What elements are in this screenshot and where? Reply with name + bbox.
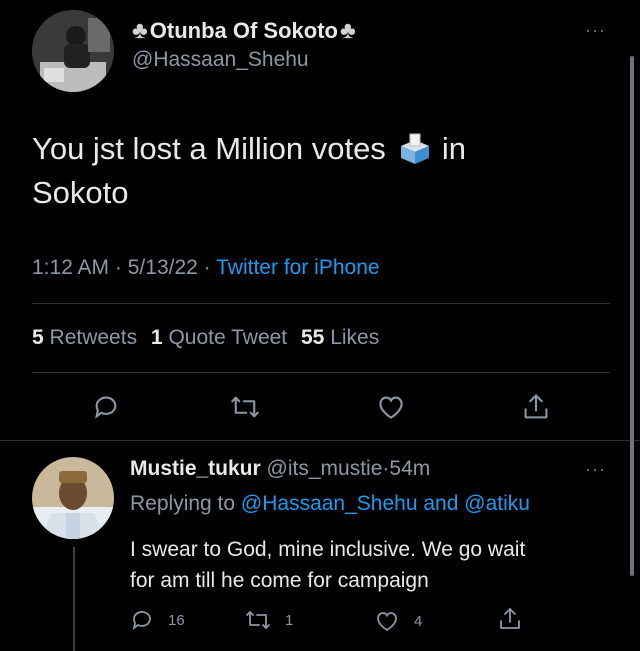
- main-text-part1: You jst lost a Million votes: [32, 131, 386, 166]
- share-icon[interactable]: [498, 606, 522, 632]
- replying-user-link[interactable]: @atiku: [464, 492, 530, 515]
- like-icon: [374, 610, 400, 632]
- stats-row: 5 Retweets 1 Quote Tweet 55 Likes: [32, 326, 379, 350]
- replying-and: and: [423, 492, 459, 515]
- reply-icon: [130, 608, 154, 632]
- ballot-box-icon: [398, 132, 432, 166]
- tweet-source-link[interactable]: Twitter for iPhone: [216, 256, 379, 279]
- reply-avatar[interactable]: [32, 457, 114, 539]
- divider: [32, 303, 610, 304]
- reply-text-line1: I swear to God, mine inclusive. We go wa…: [130, 538, 526, 561]
- main-text-line2: Sokoto: [32, 175, 129, 210]
- separator: ·: [203, 256, 211, 279]
- divider: [32, 372, 610, 373]
- quotes-stat[interactable]: 1 Quote Tweet: [151, 326, 287, 349]
- reply-text: I swear to God, mine inclusive. We go wa…: [130, 534, 525, 596]
- like-icon[interactable]: [376, 394, 406, 420]
- main-text-line1: You jst lost a Million votes in: [32, 128, 466, 170]
- thread-line: [73, 547, 75, 651]
- main-avatar[interactable]: [32, 10, 114, 92]
- retweet-icon: [245, 608, 271, 632]
- likes-label: Likes: [330, 326, 380, 349]
- replying-user-link[interactable]: @Hassaan_Shehu: [241, 492, 418, 515]
- main-text-part2: in: [441, 131, 466, 166]
- reply-like-action[interactable]: 4: [374, 610, 422, 632]
- main-handle[interactable]: @Hassaan_Shehu: [132, 48, 309, 72]
- club-suit-icon: ♣: [339, 17, 356, 44]
- reply-display-name[interactable]: Mustie_tukur: [130, 457, 261, 480]
- share-icon[interactable]: [522, 392, 550, 422]
- tweet-time[interactable]: 1:12 AM: [32, 256, 109, 279]
- likes-count: 55: [301, 326, 325, 349]
- timestamp-row: 1:12 AM · 5/13/22 · Twitter for iPhone: [32, 256, 380, 280]
- main-display-name[interactable]: Otunba Of Sokoto: [150, 18, 338, 44]
- reply-reply-action[interactable]: 16: [130, 608, 185, 632]
- reply-header: Mustie_tukur @its_mustie·54m: [130, 457, 430, 481]
- club-suit-icon: ♣: [132, 17, 148, 44]
- tweet-date[interactable]: 5/13/22: [128, 256, 198, 279]
- replying-to: Replying to @Hassaan_Shehu and @atiku: [130, 492, 530, 516]
- reply-retweet-action[interactable]: 1: [245, 608, 293, 632]
- retweets-count: 5: [32, 326, 44, 349]
- more-icon[interactable]: ···: [585, 459, 606, 480]
- main-name-row: ♣ Otunba Of Sokoto ♣: [132, 16, 356, 46]
- reply-count: 16: [168, 611, 185, 629]
- reply-handle[interactable]: @its_mustie: [267, 457, 383, 480]
- retweets-label: Retweets: [49, 326, 138, 349]
- reply-text-line2: for am till he come for campaign: [130, 569, 429, 592]
- retweet-icon[interactable]: [230, 393, 260, 421]
- divider: [0, 440, 640, 441]
- separator: ·: [114, 256, 122, 279]
- retweet-count: 1: [285, 611, 294, 629]
- reply-age[interactable]: 54m: [389, 457, 430, 480]
- likes-stat[interactable]: 55 Likes: [301, 326, 379, 349]
- retweets-stat[interactable]: 5 Retweets: [32, 326, 137, 349]
- scrollbar[interactable]: [630, 56, 634, 576]
- quotes-label: Quote Tweet: [168, 326, 288, 349]
- reply-icon[interactable]: [92, 393, 120, 421]
- replying-prefix: Replying to: [130, 492, 236, 515]
- avatar-photo: [32, 10, 114, 92]
- quotes-count: 1: [150, 326, 163, 349]
- more-icon[interactable]: ···: [585, 20, 606, 41]
- like-count: 4: [414, 612, 423, 630]
